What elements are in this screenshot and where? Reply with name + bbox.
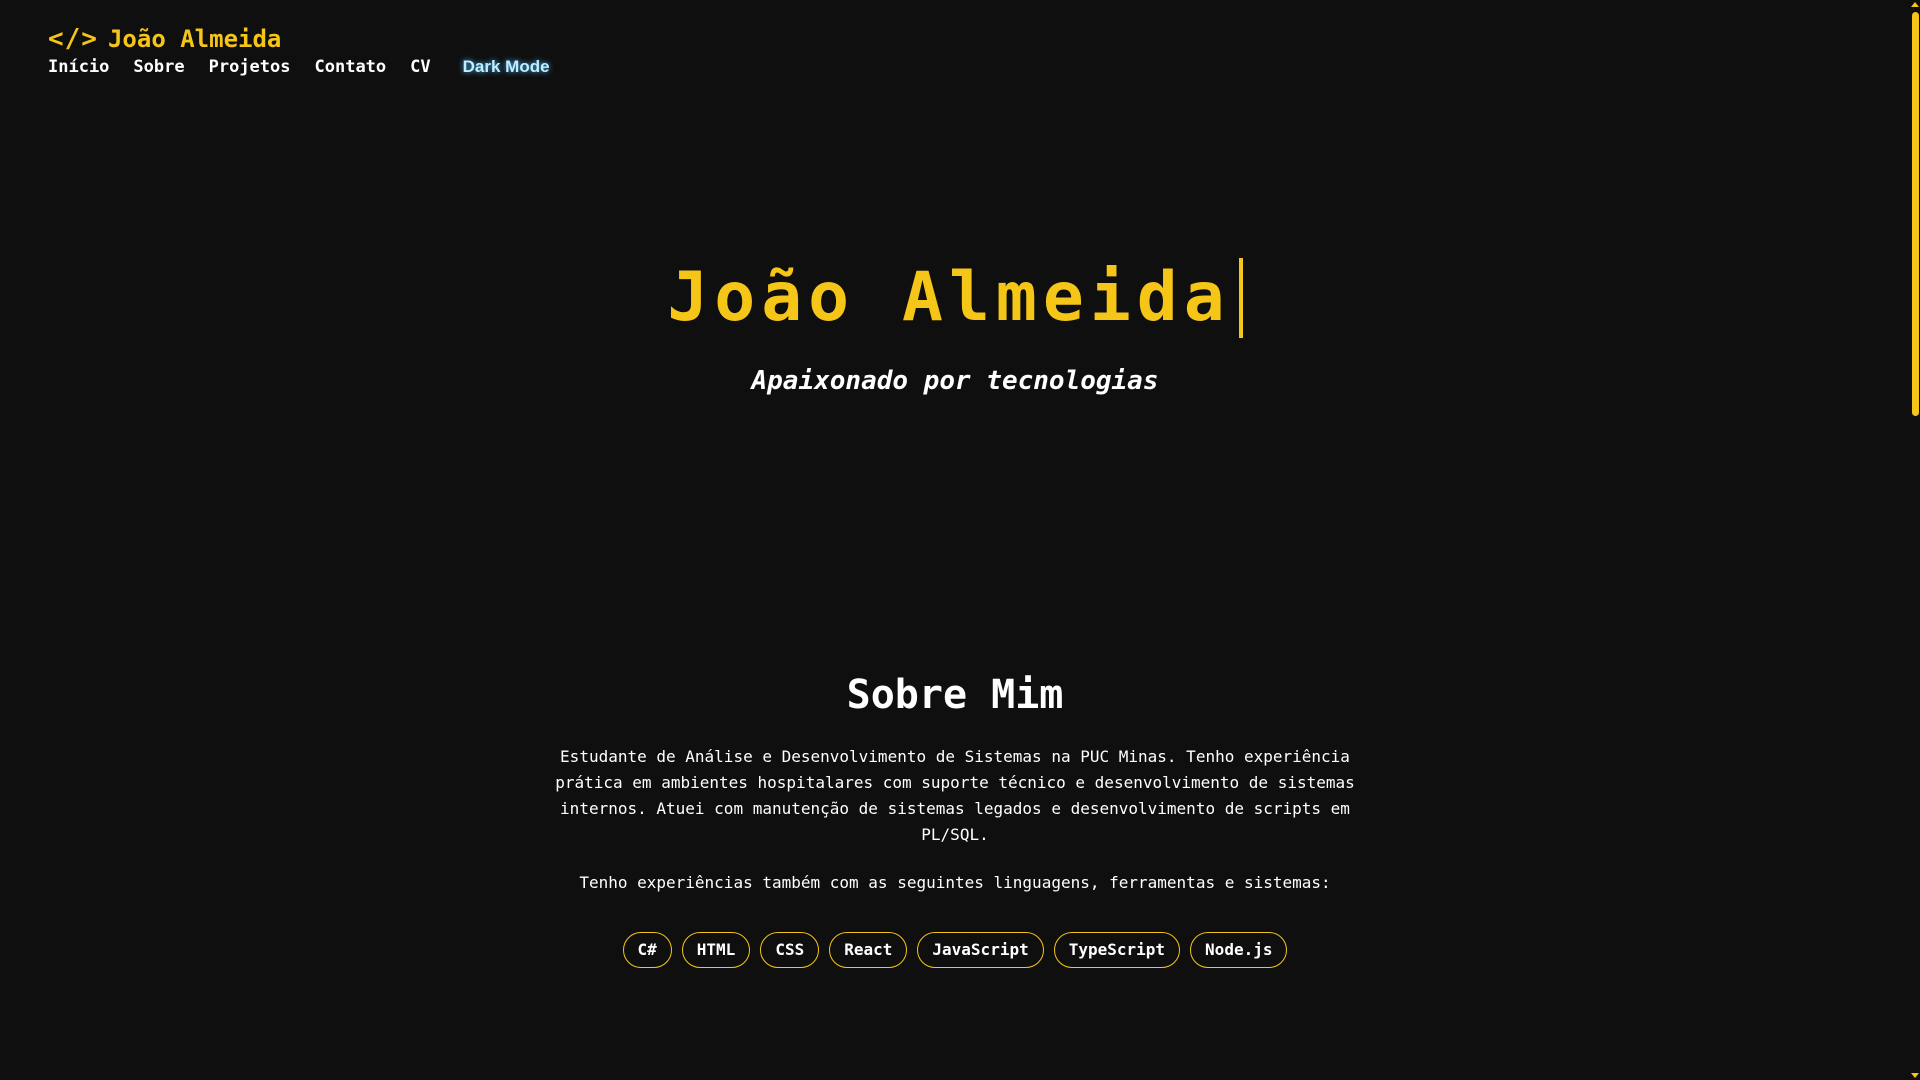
scroll-down-arrow-icon[interactable] — [1911, 1073, 1919, 1078]
skill-tag: C# — [622, 932, 672, 968]
skill-tag: TypeScript — [1053, 932, 1181, 968]
hero-subtitle: Apaixonado por tecnologias — [751, 366, 1159, 396]
skills-list: C# HTML CSS React JavaScript TypeScript … — [0, 932, 1910, 968]
skill-tag: Node.js — [1190, 932, 1288, 968]
skill-tag: React — [829, 932, 908, 968]
scrollbar[interactable] — [1910, 0, 1920, 1080]
scroll-up-arrow-icon[interactable] — [1911, 2, 1919, 7]
page: </> João Almeida Início Sobre Projetos C… — [0, 0, 1920, 1080]
about-heading: Sobre Mim — [846, 672, 1064, 718]
code-icon: </> — [48, 24, 98, 54]
about-description: Estudante de Análise e Desenvolvimento d… — [555, 747, 1355, 844]
hero-title: João Almeida — [667, 258, 1243, 338]
nav-item-projetos[interactable]: Projetos — [209, 57, 291, 77]
brand-logo[interactable]: </> João Almeida — [48, 24, 281, 54]
main-nav: Início Sobre Projetos Contato CV Dark Mo… — [48, 57, 550, 77]
skill-tag: JavaScript — [917, 932, 1044, 968]
nav-item-cv[interactable]: CV — [410, 57, 430, 77]
skill-tag: HTML — [681, 932, 751, 968]
hero-section: João Almeida Apaixonado por tecnologias — [0, 258, 1910, 396]
dark-mode-toggle[interactable]: Dark Mode — [463, 57, 550, 77]
nav-item-inicio[interactable]: Início — [48, 57, 109, 77]
skill-tag: CSS — [760, 932, 820, 968]
nav-item-sobre[interactable]: Sobre — [133, 57, 184, 77]
scrollbar-thumb[interactable] — [1912, 12, 1919, 416]
nav-item-contato[interactable]: Contato — [315, 57, 387, 77]
brand-name: João Almeida — [107, 25, 282, 53]
about-skills-intro: Tenho experiências também com as seguint… — [579, 873, 1331, 892]
about-section: Sobre Mim Estudante de Análise e Desenvo… — [0, 672, 1910, 968]
